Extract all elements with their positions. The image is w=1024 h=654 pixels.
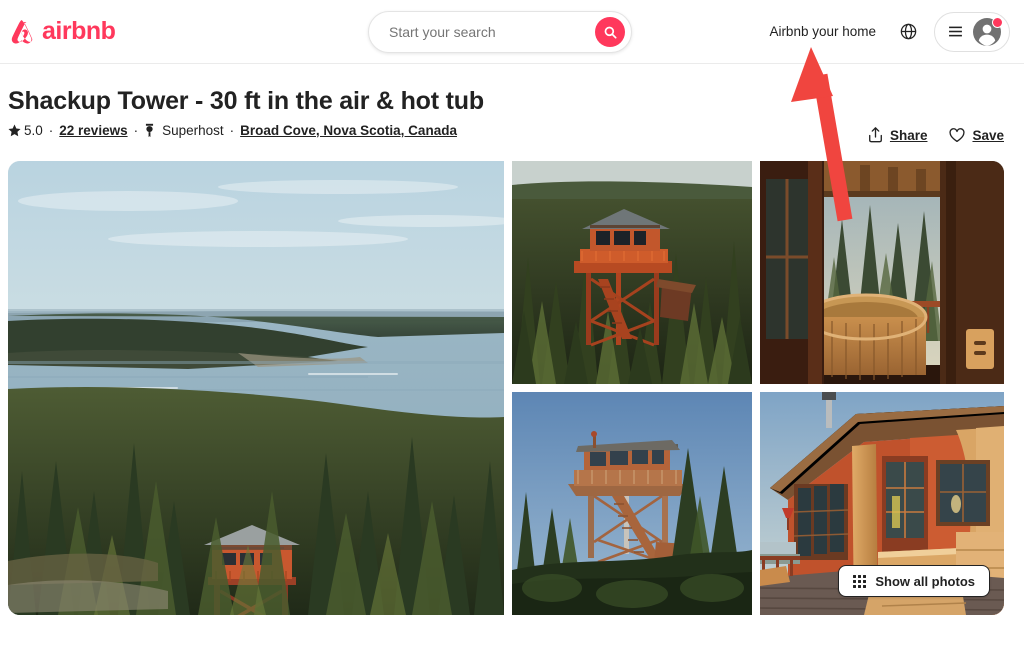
airbnb-logo-text: airbnb — [42, 17, 116, 45]
heart-icon — [949, 127, 966, 142]
globe-icon — [900, 23, 916, 40]
hot-tub-photo-art — [760, 161, 1004, 384]
airbnb-logo[interactable]: airbnb — [8, 16, 116, 48]
search-icon — [604, 26, 617, 39]
search-button[interactable] — [595, 17, 625, 47]
search-input[interactable] — [389, 24, 595, 40]
listing-actions: Share Save — [860, 121, 1012, 149]
meta-separator-3: · — [229, 122, 235, 138]
gallery-photo-hot-tub-deck[interactable] — [760, 161, 1004, 384]
gallery-photo-aerial-tower-closeup[interactable] — [512, 161, 752, 384]
meta-separator-1: · — [48, 122, 54, 138]
save-label: Save — [972, 127, 1004, 143]
meta-separator-2: · — [133, 122, 139, 138]
language-globe-button[interactable] — [890, 14, 926, 50]
site-header: airbnb Airbnb your home — [0, 0, 1024, 64]
photo-gallery: Show all photos — [8, 161, 1004, 615]
show-all-photos-label: Show all photos — [875, 573, 975, 589]
reviews-link[interactable]: 22 reviews — [59, 124, 127, 138]
hero-photo-art — [8, 161, 504, 615]
gallery-photo-tower-from-below[interactable] — [512, 392, 752, 615]
share-button[interactable]: Share — [860, 121, 936, 149]
star-icon — [8, 124, 21, 137]
airbnb-bellhop-logo-icon — [11, 19, 33, 44]
page-title: Shackup Tower - 30 ft in the air & hot t… — [8, 87, 484, 115]
hamburger-menu-icon — [949, 26, 962, 37]
tower-below-photo-art — [512, 392, 752, 615]
avatar — [973, 16, 1003, 46]
header-right-cluster: Airbnb your home — [757, 11, 1010, 52]
airbnb-listing-page: airbnb Airbnb your home — [0, 0, 1024, 654]
notification-badge — [992, 16, 1003, 28]
show-all-photos-button[interactable]: Show all photos — [838, 565, 990, 597]
rating-value: 5.0 — [24, 122, 43, 138]
gallery-photo-hero-aerial-tower-coastline[interactable] — [8, 161, 504, 615]
location-link[interactable]: Broad Cove, Nova Scotia, Canada — [240, 124, 457, 138]
save-button[interactable]: Save — [941, 122, 1012, 149]
listing-meta-row: 5.0 · 22 reviews · Superhost · Broad Cov… — [8, 123, 457, 138]
share-label: Share — [889, 127, 928, 143]
share-icon — [868, 127, 882, 143]
grid-dots-icon — [853, 574, 867, 588]
superhost-badge-icon — [144, 123, 155, 138]
user-menu-button[interactable] — [934, 11, 1010, 52]
superhost-label: Superhost — [162, 122, 224, 138]
aerial-closeup-photo-art — [512, 161, 752, 384]
search-bar[interactable] — [368, 11, 632, 53]
gallery-photo-cabin-exterior-deck[interactable]: Show all photos — [760, 392, 1004, 615]
airbnb-your-home-link[interactable]: Airbnb your home — [757, 14, 888, 49]
